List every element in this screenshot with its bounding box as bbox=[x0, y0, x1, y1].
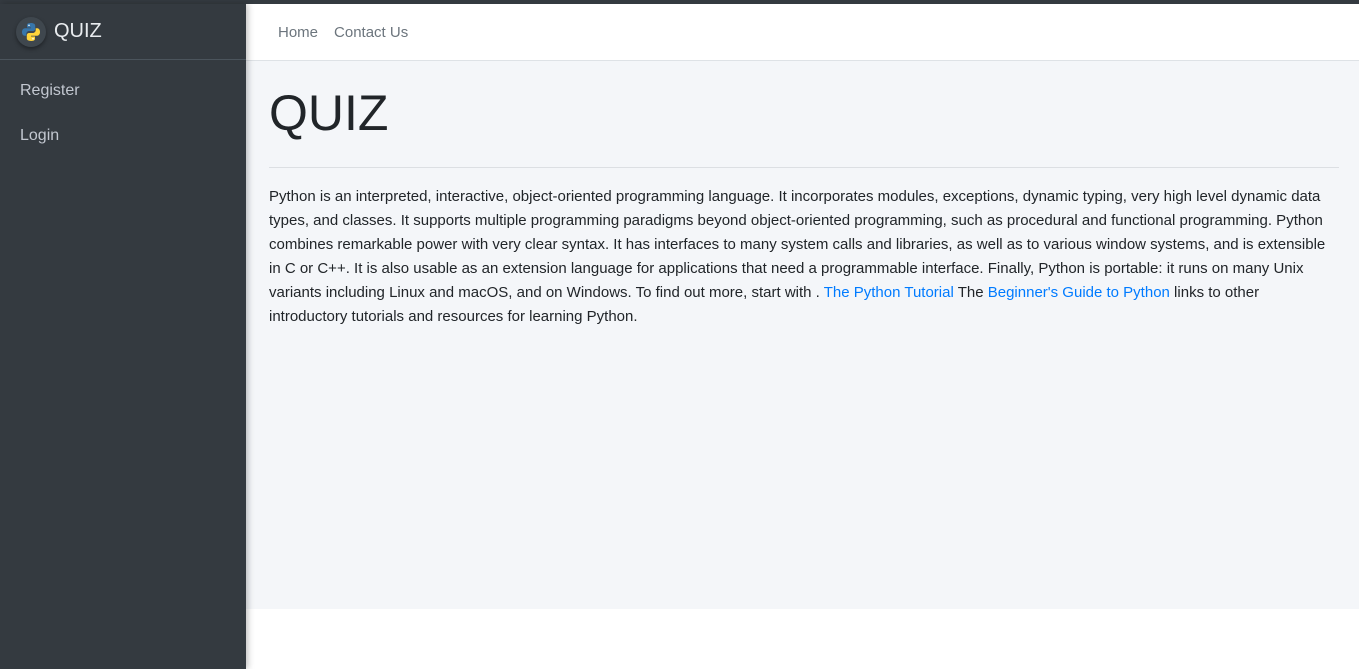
footer bbox=[246, 609, 1359, 669]
brand-title: QUIZ bbox=[54, 20, 102, 42]
brand-link[interactable]: QUIZ bbox=[0, 4, 246, 60]
intro-paragraph: Python is an interpreted, interactive, o… bbox=[269, 185, 1339, 329]
beginners-guide-link[interactable]: Beginner's Guide to Python bbox=[988, 284, 1170, 301]
content-wrapper: QUIZ Python is an interpreted, interacti… bbox=[246, 61, 1359, 609]
divider bbox=[269, 167, 1339, 168]
sidebar-item-register[interactable]: Register bbox=[0, 74, 246, 108]
page-title: QUIZ bbox=[269, 85, 389, 141]
top-navbar: Home Contact Us bbox=[246, 4, 1359, 61]
paragraph-text-2: The bbox=[953, 284, 988, 301]
sidebar-item-login[interactable]: Login bbox=[0, 119, 246, 153]
nav-link-contact-us[interactable]: Contact Us bbox=[334, 24, 408, 41]
nav-link-home[interactable]: Home bbox=[278, 24, 318, 41]
python-logo-icon bbox=[16, 16, 46, 47]
sidebar: QUIZ Register Login bbox=[0, 4, 246, 669]
sidebar-nav: Register Login bbox=[0, 60, 246, 153]
python-tutorial-link[interactable]: The Python Tutorial bbox=[824, 284, 954, 301]
